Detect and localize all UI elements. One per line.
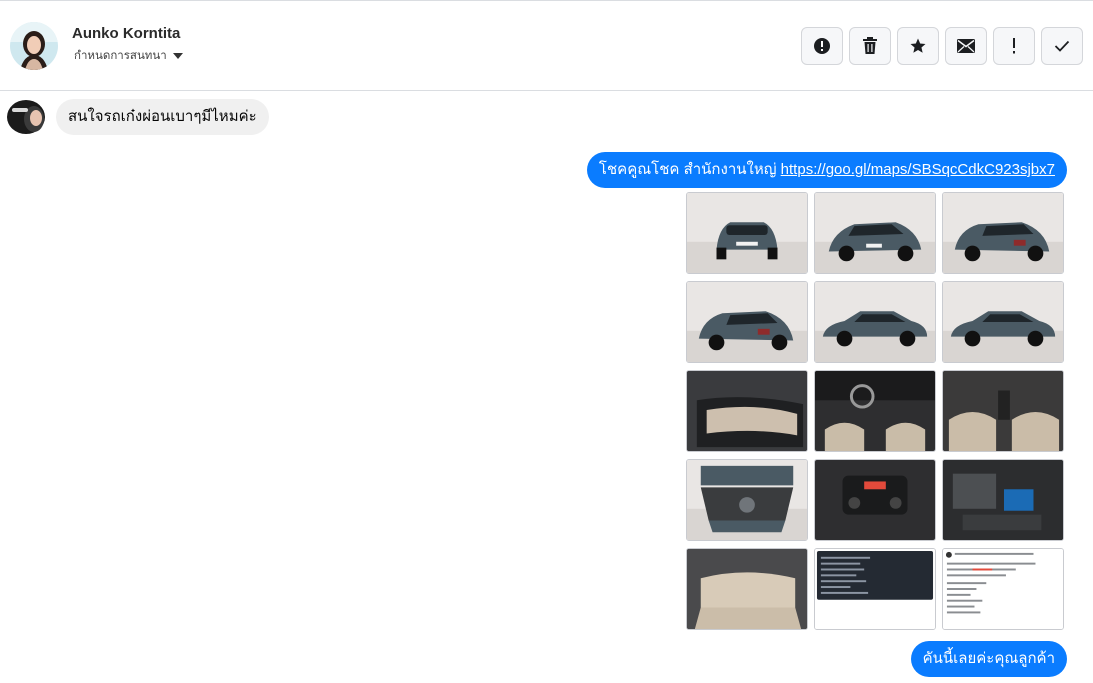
maps-link[interactable]: https://goo.gl/maps/SBSqcCdkC923sjbx7 — [781, 161, 1055, 178]
contact-avatar[interactable] — [10, 22, 58, 70]
mark-done-button[interactable] — [1041, 27, 1083, 65]
exclamation-icon — [1013, 38, 1015, 54]
car-front-photo[interactable] — [686, 192, 808, 274]
trash-icon — [863, 37, 877, 54]
incoming-message-bubble[interactable]: สนใจรถเก๋งผ่อนเบาๆมีไหมค่ะ — [56, 99, 269, 135]
car-rear-left-photo[interactable] — [686, 281, 808, 363]
outgoing-message-bubble-2[interactable]: คันนี้เลยค่ะคุณลูกค้า — [910, 641, 1067, 677]
mark-unread-button[interactable] — [945, 27, 987, 65]
star-button[interactable] — [897, 27, 939, 65]
rear-seat-photo[interactable] — [686, 548, 808, 630]
door-panel-photo[interactable] — [686, 370, 808, 452]
center-console-photo[interactable] — [814, 459, 936, 541]
photo-attachment-grid — [686, 192, 1064, 630]
envelope-icon — [957, 39, 975, 53]
contact-small-avatar[interactable] — [6, 99, 48, 135]
spec-sheet-dark-photo[interactable] — [814, 548, 936, 630]
car-side-right-photo[interactable] — [942, 281, 1064, 363]
conversation-header: Aunko Korntita กำหนดการสนทนา — [0, 1, 1093, 91]
front-seats-photo[interactable] — [942, 370, 1064, 452]
incoming-message-row: สนใจรถเก๋งผ่อนเบาๆมีไหมค่ะ — [6, 99, 269, 135]
engine-bay-photo[interactable] — [686, 459, 808, 541]
outgoing-message-bubble[interactable]: โชคคูณโชค สำนักงานใหญ่ https://goo.gl/ma… — [586, 152, 1067, 188]
alert-circle-icon — [814, 38, 830, 54]
dashboard-photo[interactable] — [814, 370, 936, 452]
spec-sheet-light-photo[interactable] — [942, 548, 1064, 630]
car-side-left-photo[interactable] — [814, 281, 936, 363]
check-icon — [1054, 40, 1070, 52]
conversation-options-dropdown[interactable]: กำหนดการสนทนา — [74, 47, 183, 65]
header-actions — [801, 27, 1083, 65]
caret-down-icon — [172, 53, 183, 59]
conversation-options-label: กำหนดการสนทนา — [74, 50, 167, 62]
car-rear-right-photo[interactable] — [942, 192, 1064, 274]
follow-up-button[interactable] — [993, 27, 1035, 65]
car-front-left-photo[interactable] — [814, 192, 936, 274]
star-icon — [910, 38, 926, 53]
contact-name[interactable]: Aunko Korntita — [72, 25, 180, 42]
outgoing-message-text: โชคคูณโชค สำนักงานใหญ่ — [598, 161, 781, 178]
delete-button[interactable] — [849, 27, 891, 65]
engine-closeup-photo[interactable] — [942, 459, 1064, 541]
report-button[interactable] — [801, 27, 843, 65]
